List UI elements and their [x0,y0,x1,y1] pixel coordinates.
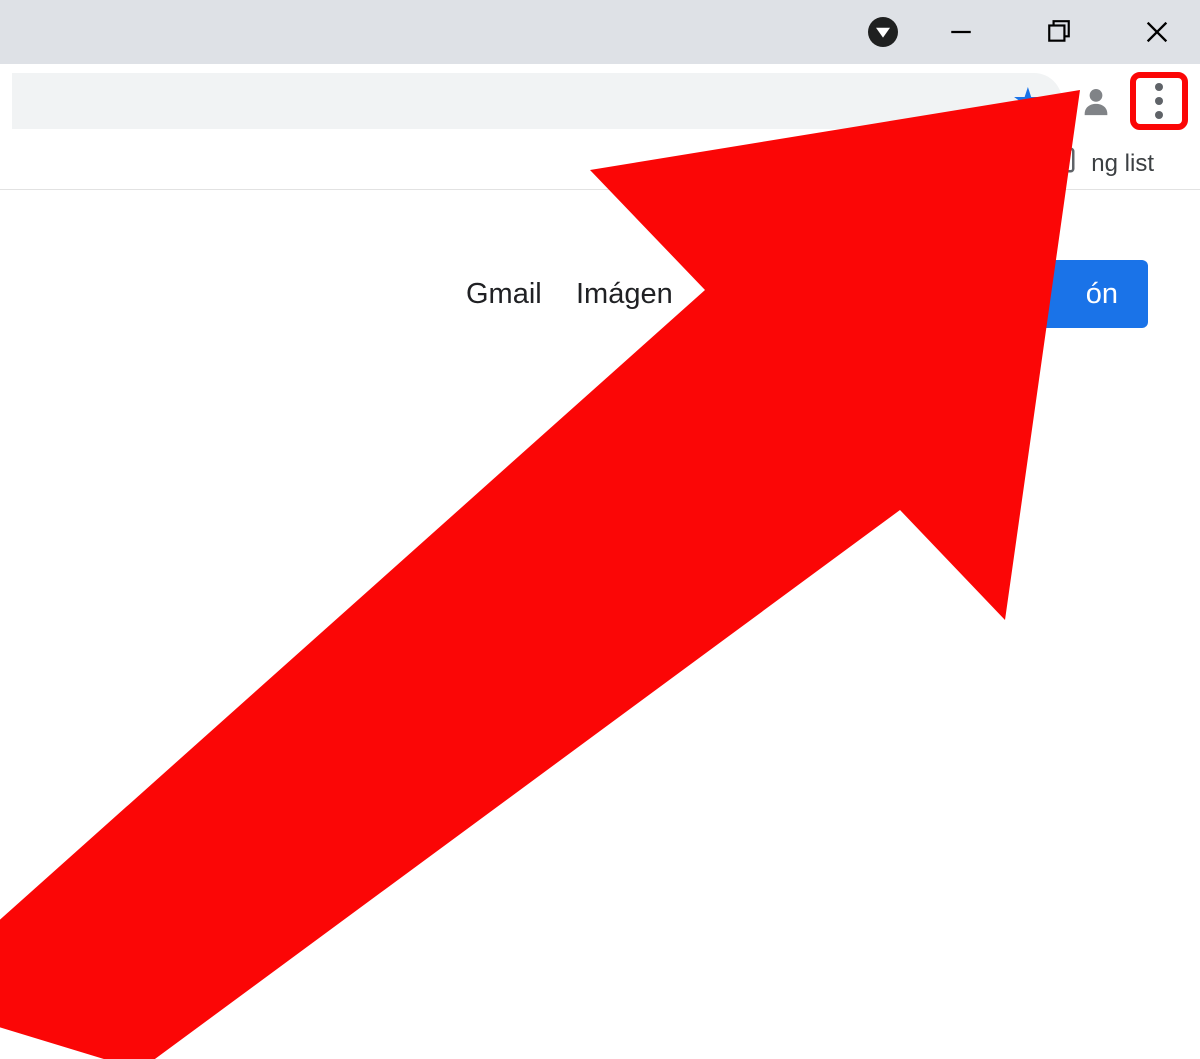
chrome-menu-button[interactable] [1155,83,1163,119]
window-minimize-button[interactable] [926,0,996,64]
sign-in-label-fragment: ón [1086,278,1118,311]
browser-toolbar: ★ [0,64,1200,138]
kebab-dot-icon [1155,111,1163,119]
reading-list-label[interactable]: ng list [1091,150,1154,178]
window-close-button[interactable] [1122,0,1192,64]
google-header-links: Gmail Imágen ón [0,260,1200,328]
bookmark-star-icon[interactable]: ★ [1012,83,1044,119]
reading-list-icon[interactable] [1047,145,1077,182]
kebab-dot-icon [1155,97,1163,105]
kebab-dot-icon [1155,83,1163,91]
images-link[interactable]: Imágen [576,278,673,311]
bookbar-separator [1022,147,1023,181]
account-dropdown-icon[interactable] [868,17,898,47]
gmail-link[interactable]: Gmail [466,278,542,311]
window-maximize-button[interactable] [1024,0,1094,64]
profile-avatar-button[interactable] [1072,77,1120,125]
bookmarks-bar: ng list [0,138,1200,190]
address-bar[interactable]: ★ [12,73,1062,129]
sign-in-button[interactable]: ón [1038,260,1148,328]
window-titlebar [0,0,1200,64]
chrome-menu-highlight [1130,72,1188,130]
